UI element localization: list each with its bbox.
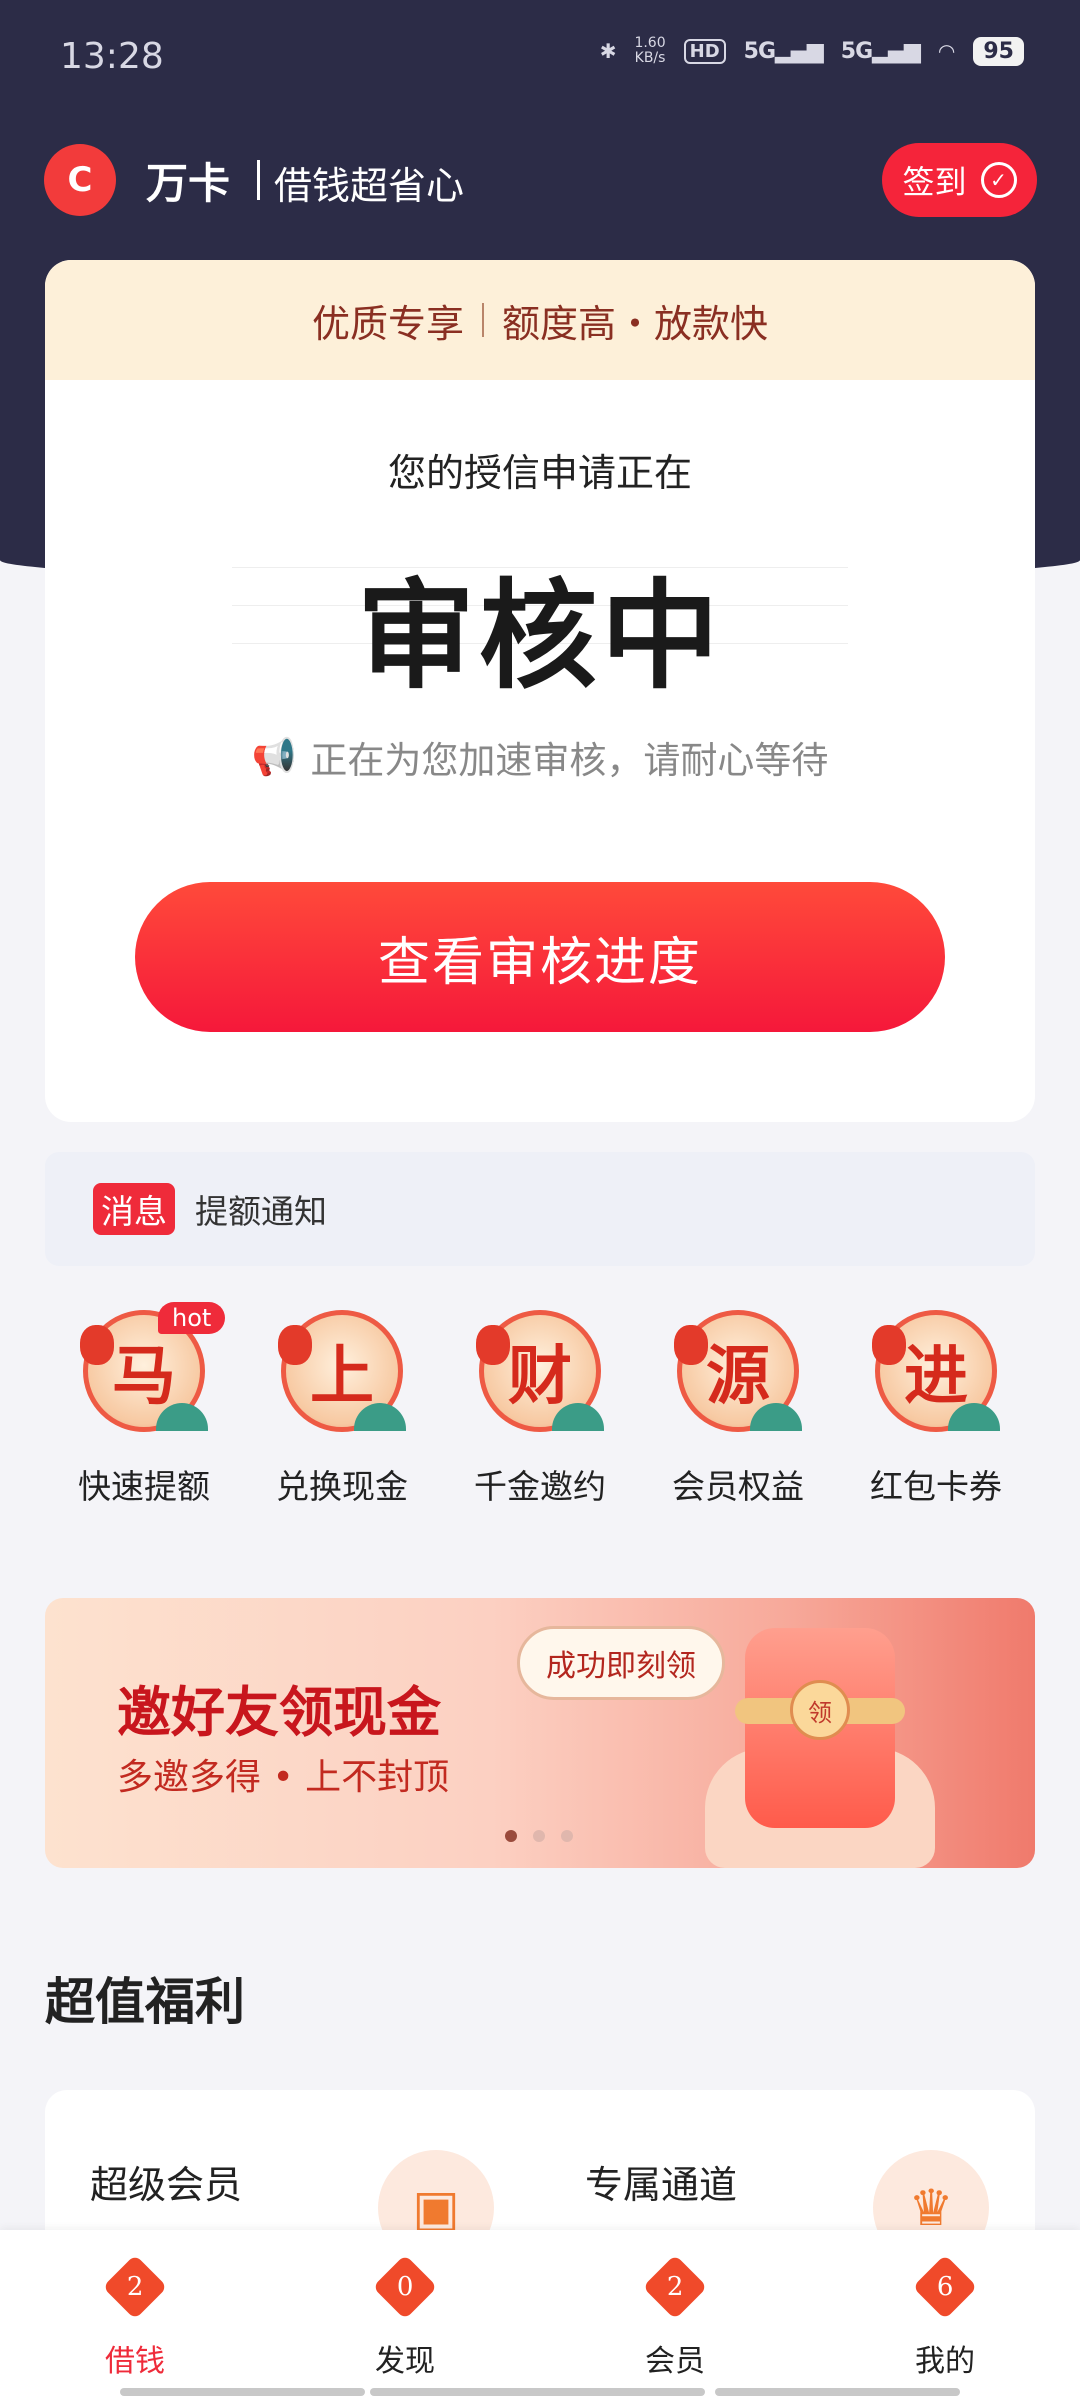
quick-entry-label: 会员权益 — [672, 1467, 804, 1506]
carousel-dots — [505, 1830, 573, 1842]
benefit-super-member[interactable]: 超级会员 — [90, 2154, 242, 2209]
nav-badge: 0 — [396, 2271, 414, 2302]
lantern-icon — [872, 1325, 906, 1365]
review-tip: 📢 正在为您加速审核，请耐心等待 — [45, 730, 1035, 784]
notice-text: 提额通知 — [195, 1192, 327, 1231]
red-packet-icon: 领 — [735, 1628, 905, 1828]
quick-entry-glyph: 财 — [508, 1339, 572, 1414]
net-speed-value: 1.60 — [634, 35, 666, 51]
quick-entries: 马 hot 快速提额 上 兑换现金 财 千金邀约 源 会员权益 进 红包卡券 — [45, 1302, 1035, 1520]
benefits-section-title: 超值福利 — [45, 1973, 245, 2031]
bottom-nav: 2 借钱 0 发现 2 会员 6 我的 — [0, 2230, 1080, 2400]
diamond-badge-icon: 6 — [912, 2254, 978, 2320]
quick-entry-invite[interactable]: 财 千金邀约 — [460, 1310, 620, 1520]
quick-entry-member-benefits[interactable]: 源 会员权益 — [658, 1310, 818, 1520]
bluetooth-icon: ✱ — [599, 39, 617, 63]
megaphone-icon: 📢 — [251, 737, 297, 778]
nav-tab-mine[interactable]: 6 我的 — [875, 2254, 1015, 2380]
charm-icon: 财 — [476, 1310, 604, 1432]
charm-icon: 源 — [674, 1310, 802, 1432]
status-bar: 13:28 ✱ 1.60 KB/s HD 5G▂▄▆ 5G▂▄▆ ◠ 95 — [0, 0, 1080, 120]
nav-label: 我的 — [915, 2344, 975, 2379]
promo-bubble: 成功即刻领 — [517, 1626, 725, 1700]
quick-entry-coupons[interactable]: 进 红包卡券 — [856, 1310, 1016, 1520]
carousel-dot-active[interactable] — [505, 1830, 517, 1842]
red-packet-seal: 领 — [790, 1680, 850, 1740]
status-icons: ✱ 1.60 KB/s HD 5G▂▄▆ 5G▂▄▆ ◠ 95 — [600, 36, 1024, 66]
home-indicator-segment — [715, 2388, 960, 2396]
lantern-icon — [674, 1325, 708, 1365]
signal-2-label: 5G — [840, 38, 873, 64]
quick-entry-glyph: 进 — [904, 1339, 968, 1414]
diamond-badge-icon: 0 — [372, 2254, 438, 2320]
nav-tab-discover[interactable]: 0 发现 — [335, 2254, 475, 2380]
wifi-icon: ◠ — [937, 39, 956, 63]
quick-entry-glyph: 源 — [706, 1339, 770, 1414]
review-status: 审核中 — [356, 567, 723, 705]
banner-right-text: 额度高・放款快 — [502, 301, 769, 346]
brand-slogan: 借钱超省心 — [274, 164, 465, 208]
app-logo: C — [44, 144, 116, 216]
quick-entry-glyph: 上 — [310, 1339, 374, 1414]
signal-icon-2: 5G▂▄▆ — [840, 38, 921, 64]
banner-divider — [482, 303, 484, 337]
lantern-icon — [476, 1325, 510, 1365]
nav-badge: 2 — [126, 2271, 144, 2302]
lantern-icon — [278, 1325, 312, 1365]
hd-icon: HD — [683, 38, 726, 64]
nav-badge: 2 — [666, 2271, 684, 2302]
quick-entry-fast-raise[interactable]: 马 hot 快速提额 — [64, 1302, 226, 1520]
hot-badge: hot — [158, 1302, 226, 1334]
banner-left-text: 优质专享 — [311, 301, 464, 346]
carousel-dot[interactable] — [561, 1830, 573, 1842]
benefit-exclusive-channel[interactable]: 专属通道 — [585, 2154, 737, 2209]
promo-subtitle: 多邀多得 • 上不封顶 — [117, 1757, 450, 1798]
quick-entry-label: 兑换现金 — [276, 1467, 408, 1506]
notice-tag: 消息 — [93, 1183, 175, 1235]
card-banner: 优质专享 额度高・放款快 — [45, 260, 1035, 380]
nav-label: 会员 — [645, 2344, 705, 2379]
apply-status-caption: 您的授信申请正在 — [387, 451, 692, 495]
quick-entry-label: 红包卡券 — [870, 1467, 1002, 1506]
home-indicator-segment — [120, 2388, 365, 2396]
diamond-badge-icon: 2 — [102, 2254, 168, 2320]
credit-status-card: 优质专享 额度高・放款快 您的授信申请正在 审核中 📢 正在为您加速审核，请耐心… — [45, 260, 1035, 1122]
nav-tab-member[interactable]: 2 会员 — [605, 2254, 745, 2380]
signal-1-label: 5G — [743, 38, 776, 64]
home-indicator-segment — [370, 2388, 705, 2396]
quick-entry-glyph: 马 — [112, 1339, 176, 1414]
lantern-icon — [80, 1325, 114, 1365]
nav-label: 发现 — [375, 2344, 435, 2379]
charm-icon: 进 — [872, 1310, 1000, 1432]
net-speed: 1.60 KB/s — [634, 36, 665, 66]
view-progress-button[interactable]: 查看审核进度 — [135, 882, 945, 1032]
carousel-dot[interactable] — [533, 1830, 545, 1842]
signin-button[interactable]: 签到 ✓ — [882, 143, 1037, 217]
signin-label: 签到 — [902, 163, 967, 201]
signal-icon: 5G▂▄▆ — [743, 38, 824, 64]
quick-entry-label: 千金邀约 — [474, 1467, 606, 1506]
brand-name: 万卡 — [146, 159, 231, 208]
quick-entry-label: 快速提额 — [78, 1467, 210, 1506]
charm-icon: 上 — [278, 1310, 406, 1432]
diamond-badge-icon: 2 — [642, 2254, 708, 2320]
promo-title: 邀好友领现金 — [117, 1681, 441, 1744]
check-circle-icon: ✓ — [980, 162, 1017, 198]
battery-icon: 95 — [973, 36, 1024, 66]
nav-label: 借钱 — [105, 2344, 165, 2379]
status-time: 13:28 — [60, 36, 164, 77]
quick-entry-exchange-cash[interactable]: 上 兑换现金 — [262, 1310, 422, 1520]
nav-badge: 6 — [936, 2271, 954, 2302]
brand-divider — [257, 160, 260, 200]
review-tip-text: 正在为您加速审核，请耐心等待 — [310, 739, 829, 782]
invite-promo-banner[interactable]: 邀好友领现金 多邀多得 • 上不封顶 成功即刻领 领 — [45, 1598, 1035, 1868]
net-speed-unit: KB/s — [634, 50, 666, 66]
nav-tab-borrow[interactable]: 2 借钱 — [65, 2254, 205, 2380]
message-notice[interactable]: 消息 提额通知 — [45, 1152, 1035, 1266]
